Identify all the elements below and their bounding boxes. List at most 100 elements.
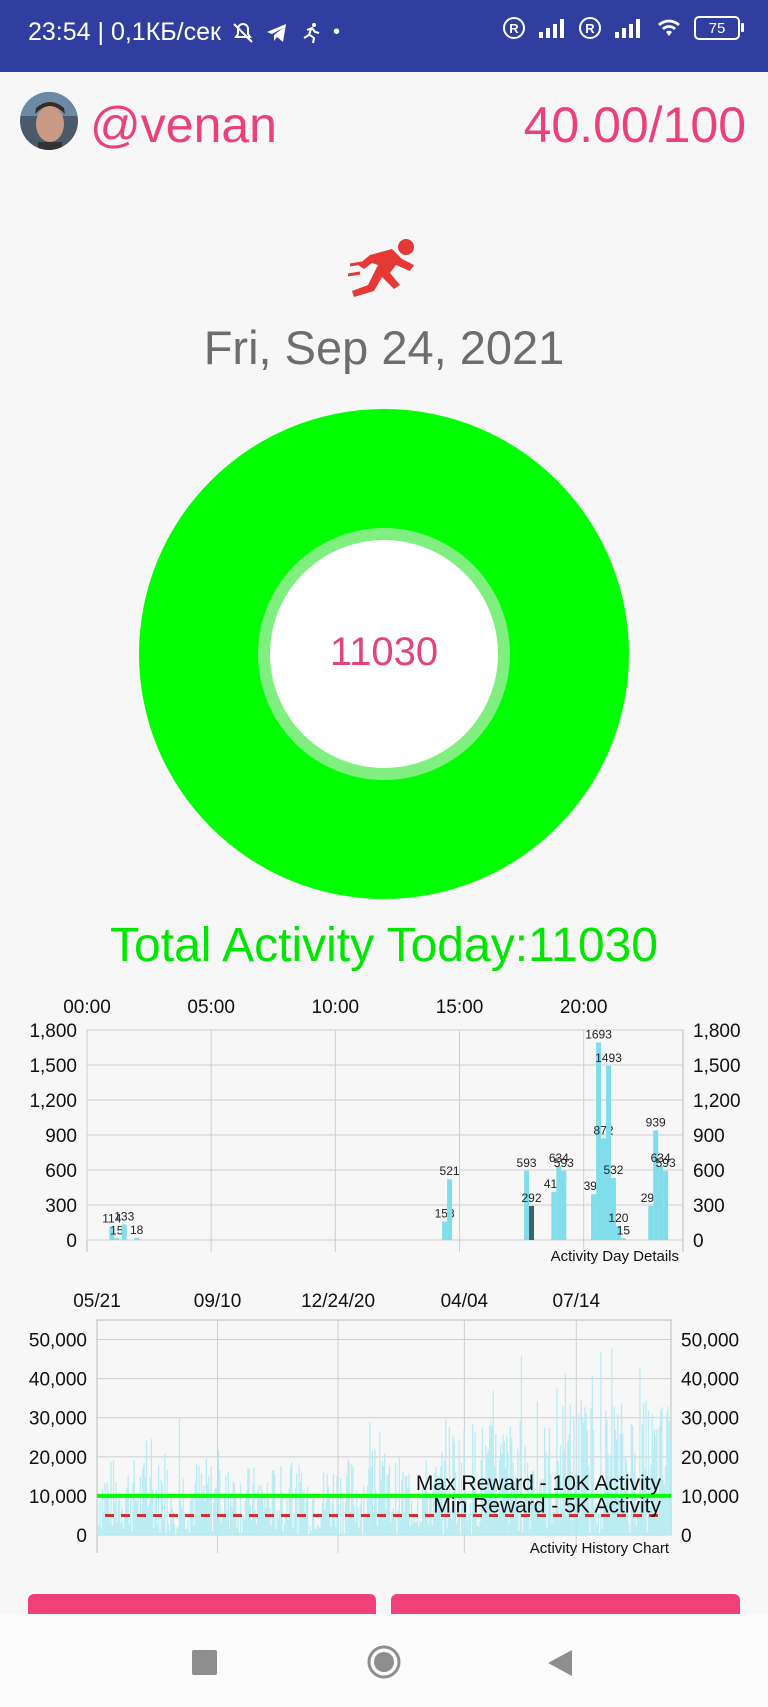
avatar[interactable]: [20, 92, 78, 150]
history-bar: [412, 1523, 414, 1535]
day-bar-label: 1493: [595, 1051, 622, 1065]
history-bar: [382, 1465, 385, 1535]
history-bar: [149, 1477, 151, 1535]
history-bar: [121, 1507, 123, 1535]
history-bar: [348, 1462, 350, 1535]
history-bar: [114, 1502, 116, 1535]
history-bar: [667, 1407, 669, 1535]
activity-history-chart[interactable]: 50,000 50,000 40,000 40,000 30,000 30,000 20,0…: [0, 1282, 768, 1562]
history-bar: [336, 1475, 338, 1535]
history-bar: [158, 1464, 160, 1535]
history-bar: [343, 1533, 345, 1535]
day-y-tick-right: 600: [693, 1161, 725, 1182]
history-bar: [132, 1481, 134, 1535]
day-y-tick-left: 900: [45, 1126, 77, 1147]
recent-apps-icon[interactable]: [192, 1650, 217, 1675]
history-bar: [97, 1496, 99, 1535]
history-bar: [277, 1517, 280, 1535]
history-bar: [247, 1468, 249, 1535]
donut-value: 11030: [329, 630, 439, 674]
history-bar: [309, 1526, 311, 1535]
day-y-tick-right: 900: [693, 1126, 725, 1147]
day-bar: [561, 1170, 567, 1240]
current-date: Fri, Sep 24, 2021: [203, 321, 565, 374]
history-bar: [419, 1521, 421, 1535]
history-bar: [206, 1484, 209, 1535]
day-bar-label: 521: [440, 1164, 460, 1178]
history-bar: [664, 1466, 667, 1535]
history-bar: [165, 1533, 167, 1535]
day-x-tick: 20:00: [560, 997, 608, 1018]
history-bar: [321, 1502, 324, 1535]
history-bar: [272, 1469, 275, 1535]
history-bar: [180, 1499, 182, 1535]
home-icon[interactable]: [366, 1644, 402, 1680]
history-bar: [649, 1515, 651, 1535]
history-bar: [628, 1523, 630, 1535]
day-bar: [114, 1238, 120, 1240]
history-bar: [138, 1514, 140, 1535]
day-y-tick-right: 1,500: [693, 1056, 741, 1077]
history-bar: [391, 1511, 393, 1535]
history-bar: [181, 1508, 183, 1535]
history-bar: [111, 1525, 113, 1535]
history-bar: [260, 1485, 262, 1535]
history-bar: [243, 1518, 245, 1535]
day-bar-label: 593: [656, 1156, 676, 1170]
history-bar: [156, 1525, 159, 1535]
history-bar: [217, 1450, 220, 1535]
history-bar: [220, 1522, 222, 1535]
history-bar: [148, 1504, 150, 1535]
history-y-tick-left: 50,000: [29, 1331, 87, 1352]
max-reward-label: Max Reward - 10K Activity: [416, 1472, 662, 1495]
day-bar: [663, 1170, 669, 1240]
history-bar: [405, 1476, 408, 1535]
svg-text:R: R: [585, 21, 595, 36]
history-bar: [296, 1473, 298, 1535]
history-bar: [110, 1461, 112, 1535]
history-bar: [198, 1465, 200, 1535]
history-bar: [131, 1531, 133, 1535]
day-y-tick-right: 0: [693, 1231, 704, 1252]
history-bar: [159, 1533, 161, 1535]
day-y-tick-right: 1,800: [693, 1021, 741, 1042]
signal-icon: [539, 19, 564, 38]
history-bar: [363, 1486, 365, 1535]
history-bar: [236, 1527, 238, 1535]
day-bar-label: 1693: [585, 1027, 612, 1041]
history-bar: [117, 1500, 120, 1535]
status-time: 23:54 | 0,1КБ/сек: [28, 18, 221, 46]
history-bar: [261, 1492, 264, 1535]
history-bar: [332, 1474, 335, 1535]
history-bar: [308, 1534, 310, 1535]
history-bar: [456, 1523, 458, 1535]
history-bar: [518, 1531, 520, 1535]
history-bar: [197, 1499, 199, 1535]
history-bar: [255, 1523, 258, 1535]
history-bar: [150, 1439, 153, 1535]
history-bar: [380, 1479, 382, 1535]
history-bar: [329, 1499, 331, 1535]
activity-day-chart[interactable]: 1,800 1,800 1,500 1,500 1,200 1,200 900 900 600 6…: [0, 985, 768, 1265]
day-x-tick: 15:00: [436, 997, 484, 1018]
day-bar: [442, 1221, 448, 1240]
history-bar: [227, 1472, 229, 1535]
history-bar: [476, 1525, 479, 1535]
history-bar: [99, 1500, 101, 1535]
day-bar-label: 15: [110, 1223, 124, 1237]
history-bar: [160, 1479, 162, 1535]
history-bar: [446, 1528, 448, 1535]
history-y-tick-left: 10,000: [29, 1487, 87, 1508]
history-bar: [497, 1518, 499, 1535]
history-bar: [457, 1516, 459, 1535]
history-bar: [318, 1527, 320, 1535]
back-icon[interactable]: [546, 1648, 574, 1678]
history-bar: [274, 1474, 276, 1535]
history-bar: [248, 1468, 250, 1535]
history-bar: [202, 1492, 204, 1535]
history-bar: [154, 1499, 156, 1535]
history-x-tick: 05/21: [73, 1291, 121, 1312]
day-bar: [653, 1130, 659, 1240]
history-bar: [182, 1478, 184, 1535]
history-y-tick-right: 30,000: [681, 1409, 739, 1430]
